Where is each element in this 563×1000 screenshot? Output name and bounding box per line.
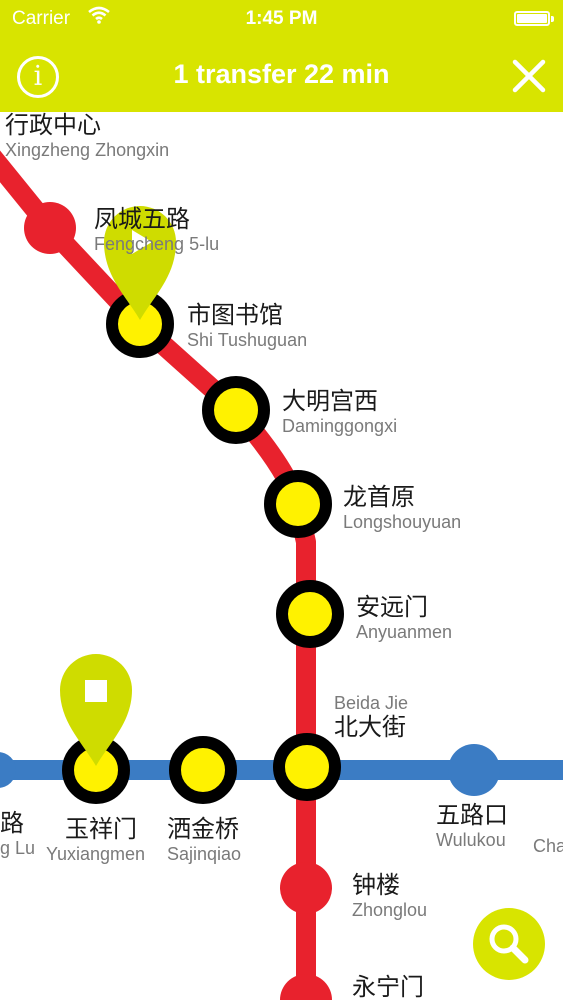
label-right-cut: Cha bbox=[533, 834, 563, 855]
station-name-en: Yuxiangmen bbox=[46, 844, 146, 864]
battery-icon bbox=[514, 11, 554, 26]
station-name-en: Longshouyuan bbox=[343, 512, 462, 532]
station-name-cn: 行政中心 bbox=[5, 112, 101, 139]
station-name-cn: 玉祥门 bbox=[65, 816, 137, 843]
station-name-cn: 大明宫西 bbox=[282, 388, 378, 415]
label-yuxiangmen: 玉祥门 Yuxiangmen bbox=[46, 816, 146, 864]
station-daminggongxi[interactable] bbox=[202, 376, 270, 444]
label-yongningmen: 永宁门 bbox=[352, 976, 424, 1000]
close-button[interactable] bbox=[509, 56, 549, 96]
station-name-en: Wulukou bbox=[436, 830, 506, 850]
label-zhonglou: 钟楼 Zhonglou bbox=[352, 872, 428, 920]
station-yongningmen[interactable] bbox=[280, 974, 332, 1000]
label-anyuanmen: 安远门 Anyuanmen bbox=[356, 594, 453, 642]
label-sajinqiao: 洒金桥 Sajinqiao bbox=[167, 816, 242, 864]
station-name-cn: 安远门 bbox=[356, 594, 428, 621]
station-beida-jie[interactable] bbox=[273, 733, 341, 801]
station-fengcheng-5lu[interactable] bbox=[24, 202, 76, 254]
label-daminggongxi: 大明宫西 Daminggongxi bbox=[282, 388, 398, 436]
label-wulukou: 五路口 Wulukou bbox=[436, 802, 508, 850]
search-button[interactable] bbox=[473, 908, 545, 980]
station-name-en: g Lu bbox=[0, 838, 36, 858]
close-icon bbox=[512, 59, 546, 93]
station-longshouyuan[interactable] bbox=[264, 470, 332, 538]
station-name-en: Zhonglou bbox=[352, 900, 428, 920]
nav-bar: i 1 transfer 22 min bbox=[0, 38, 563, 112]
label-left-cut: 路 g Lu bbox=[0, 810, 36, 858]
station-wulukou[interactable] bbox=[448, 744, 500, 796]
station-name-cn: 市图书馆 bbox=[187, 302, 283, 329]
search-icon bbox=[489, 924, 529, 964]
app-screen: Carrier 1:45 PM i 1 transfer 22 min 行政中心… bbox=[0, 0, 563, 1000]
station-name-cn: 凤城五路 bbox=[94, 206, 190, 233]
station-zhonglou[interactable] bbox=[280, 862, 332, 914]
station-name-en: Cha bbox=[533, 836, 563, 856]
label-fengcheng-5lu: 凤城五路 Fengcheng 5-lu bbox=[94, 206, 220, 254]
station-anyuanmen[interactable] bbox=[276, 580, 344, 648]
station-name-en: Daminggongxi bbox=[282, 416, 398, 436]
station-name-cn: 五路口 bbox=[436, 802, 508, 829]
station-name-en: Beida Jie bbox=[334, 693, 409, 713]
station-name-cn: 永宁门 bbox=[352, 974, 424, 1000]
station-name-cn: 路 bbox=[0, 810, 24, 837]
station-name-en: Shi Tushuguan bbox=[187, 330, 308, 350]
station-name-en: Xingzheng Zhongxin bbox=[5, 140, 170, 160]
route-summary-title: 1 transfer 22 min bbox=[173, 59, 390, 89]
label-beida-jie: Beida Jie 北大街 bbox=[334, 694, 408, 740]
station-name-cn: 北大街 bbox=[334, 714, 406, 741]
status-bar: Carrier 1:45 PM bbox=[0, 0, 563, 38]
station-left-cut[interactable] bbox=[0, 752, 16, 788]
station-name-cn: 龙首原 bbox=[343, 484, 415, 511]
station-sajinqiao[interactable] bbox=[169, 736, 237, 804]
station-name-en: Fengcheng 5-lu bbox=[94, 234, 220, 254]
label-longshouyuan: 龙首原 Longshouyuan bbox=[343, 484, 462, 532]
metro-map[interactable]: 行政中心 Xingzheng Zhongxin 凤城五路 Fengcheng 5… bbox=[0, 112, 563, 1000]
station-name-en: Anyuanmen bbox=[356, 622, 453, 642]
station-name-en: Sajinqiao bbox=[167, 844, 242, 864]
label-shi-tushuguan: 市图书馆 Shi Tushuguan bbox=[187, 302, 308, 350]
metro-map-canvas[interactable] bbox=[0, 112, 563, 1000]
station-name-cn: 钟楼 bbox=[352, 872, 400, 899]
station-name-cn: 洒金桥 bbox=[167, 816, 239, 843]
status-time: 1:45 PM bbox=[245, 8, 318, 29]
label-xingzheng-zhongxin: 行政中心 Xingzheng Zhongxin bbox=[5, 112, 170, 160]
